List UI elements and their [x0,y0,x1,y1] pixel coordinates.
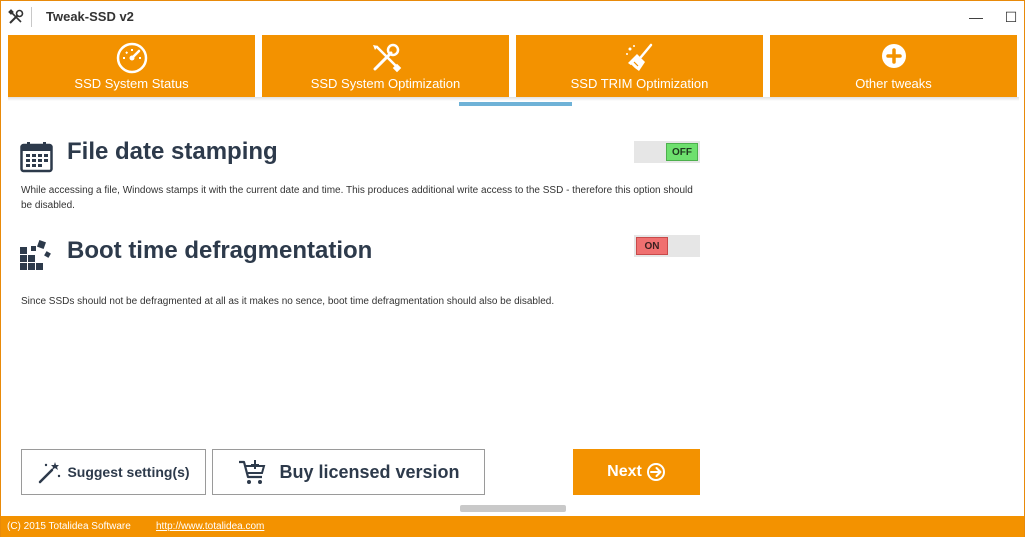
file-date-stamping-toggle[interactable]: OFF [634,141,700,163]
arrow-circle-right-icon [646,463,665,481]
next-button[interactable]: Next [573,449,700,495]
button-label: Next [607,463,642,480]
broom-icon [625,43,652,71]
setting-description: Since SSDs should not be defragmented at… [21,296,555,307]
footer: (C) 2015 Totalidea Software http://www.t… [1,516,1024,537]
app-window: Tweak-SSD v2 — ☐ SSD System Status SSD S… [0,0,1025,537]
tools-icon[interactable] [7,8,25,26]
tab-ssd-system-optimization[interactable]: SSD System Optimization [262,35,509,97]
horizontal-scrollbar[interactable] [460,505,566,512]
suggest-settings-button[interactable]: Suggest setting(s) [21,449,206,495]
toggle-state: ON [636,237,668,255]
title-separator [31,7,32,27]
tab-label: SSD TRIM Optimization [570,76,709,91]
title-bar: Tweak-SSD v2 — ☐ [1,1,1024,33]
setting-description: While accessing a file, Windows stamps i… [21,185,693,211]
wrench-screwdriver-icon [372,43,401,73]
minimize-button[interactable]: — [961,5,991,29]
tab-label: SSD System Optimization [310,76,461,91]
toggle-state: OFF [666,143,698,161]
nav-tiles: SSD System Status SSD System Optimizatio… [8,35,1019,97]
tab-label: Other tweaks [855,76,932,91]
window-title: Tweak-SSD v2 [46,9,134,24]
maximize-button[interactable]: ☐ [996,5,1025,29]
button-label: Suggest setting(s) [67,464,190,480]
tab-ssd-system-status[interactable]: SSD System Status [8,35,255,97]
speedometer-icon [116,42,147,74]
magic-wand-icon [39,462,61,484]
buy-licensed-version-button[interactable]: Buy licensed version [212,449,485,495]
tab-other-tweaks[interactable]: Other tweaks [770,35,1017,97]
tab-ssd-trim-optimization[interactable]: SSD TRIM Optimization [516,35,763,97]
website-link[interactable]: http://www.totalidea.com [156,521,264,532]
calendar-icon [20,141,53,178]
blocks-icon [20,239,54,278]
tab-label: SSD System Status [74,76,189,91]
plus-circle-icon [881,44,906,68]
button-label: Buy licensed version [279,461,460,482]
copyright-text: (C) 2015 Totalidea Software [7,521,131,532]
setting-title-boot-time-defragmentation: Boot time defragmentation [67,237,373,264]
boot-time-defragmentation-toggle[interactable]: ON [634,235,700,257]
setting-title-file-date-stamping: File date stamping [67,138,278,165]
nav-divider [8,97,1019,101]
active-tab-indicator [459,102,572,106]
cart-icon [239,460,266,484]
